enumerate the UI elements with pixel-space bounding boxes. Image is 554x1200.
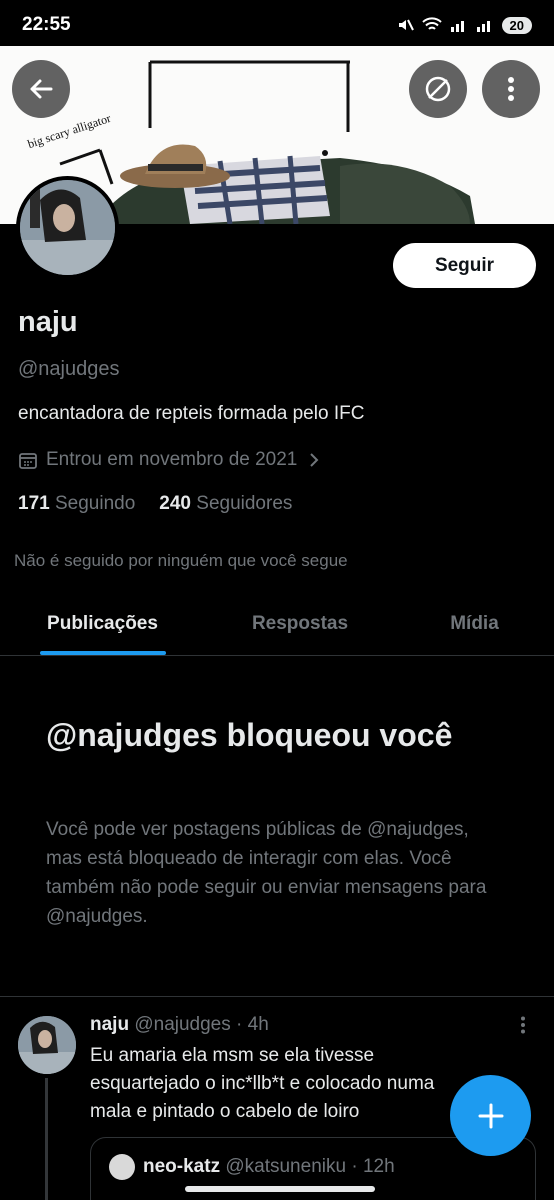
tab-posts[interactable]: Publicações	[0, 592, 205, 655]
post-avatar[interactable]	[18, 1016, 76, 1074]
profile-handle: @najudges	[18, 358, 120, 380]
post-more-button[interactable]	[520, 1016, 526, 1039]
more-vertical-icon	[508, 77, 514, 101]
joined-info[interactable]: Entrou em novembro de 2021	[18, 449, 323, 471]
profile-tabs: Publicações Respostas Mídia	[0, 592, 554, 656]
home-indicator[interactable]	[185, 1186, 375, 1192]
status-bar: 22:55 20	[0, 0, 554, 50]
profile-name: naju	[18, 306, 78, 338]
battery-indicator: 20	[501, 16, 532, 34]
status-time: 22:55	[22, 14, 71, 35]
quote-header: neo-katz @katsuneniku · 12h	[143, 1156, 395, 1178]
post-time: · 4h	[236, 1014, 269, 1035]
blocked-title: @najudges bloqueou você	[46, 717, 453, 753]
quote-author: neo-katz	[143, 1156, 221, 1177]
post-header: naju @najudges · 4h	[90, 1014, 269, 1036]
no-sign-icon	[425, 76, 451, 102]
back-arrow-icon	[30, 79, 53, 99]
quote-time: · 12h	[351, 1156, 395, 1177]
tab-media[interactable]: Mídia	[395, 592, 554, 655]
chevron-right-icon	[310, 453, 319, 467]
more-options-button[interactable]	[482, 60, 540, 118]
tab-replies[interactable]: Respostas	[205, 592, 395, 655]
following-link[interactable]: 171 Seguindo	[18, 493, 135, 515]
no-sign-button[interactable]	[409, 60, 467, 118]
calendar-icon	[19, 453, 37, 469]
followers-label: Seguidores	[196, 493, 293, 514]
plus-icon	[478, 1103, 503, 1128]
followers-link[interactable]: 240 Seguidores	[159, 493, 292, 515]
thread-line	[45, 1078, 48, 1200]
divider	[0, 996, 554, 997]
compose-button[interactable]	[450, 1075, 531, 1156]
quote-avatar	[109, 1154, 135, 1180]
follow-stats: 171 Seguindo 240 Seguidores	[18, 493, 292, 515]
followers-count: 240	[159, 493, 191, 514]
post-text[interactable]: Eu amaria ela msm se ela tivesse esquart…	[90, 1042, 470, 1126]
post-avatar-image	[18, 1016, 76, 1074]
not-followed-notice: Não é seguido por ninguém que você segue	[14, 551, 348, 570]
follow-button[interactable]: Seguir	[393, 243, 536, 288]
signal-icon	[450, 21, 464, 32]
mute-icon	[398, 19, 414, 31]
joined-text: Entrou em novembro de 2021	[46, 449, 298, 470]
signal-icon	[476, 21, 490, 32]
more-vertical-icon	[521, 1016, 525, 1034]
wifi-icon	[421, 17, 442, 30]
quote-handle: @katsuneniku	[225, 1156, 347, 1177]
status-icons: 20	[396, 16, 532, 34]
blocked-description: Você pode ver postagens públicas de @naj…	[46, 819, 487, 927]
following-label: Seguindo	[54, 493, 136, 514]
post-author[interactable]: naju	[90, 1014, 129, 1035]
back-button[interactable]	[12, 60, 70, 118]
post-handle[interactable]: @najudges	[134, 1014, 230, 1035]
profile-bio: encantadora de repteis formada pelo IFC	[18, 403, 365, 424]
avatar-image	[20, 180, 115, 275]
profile-avatar[interactable]	[16, 176, 119, 279]
following-count: 171	[18, 493, 50, 514]
